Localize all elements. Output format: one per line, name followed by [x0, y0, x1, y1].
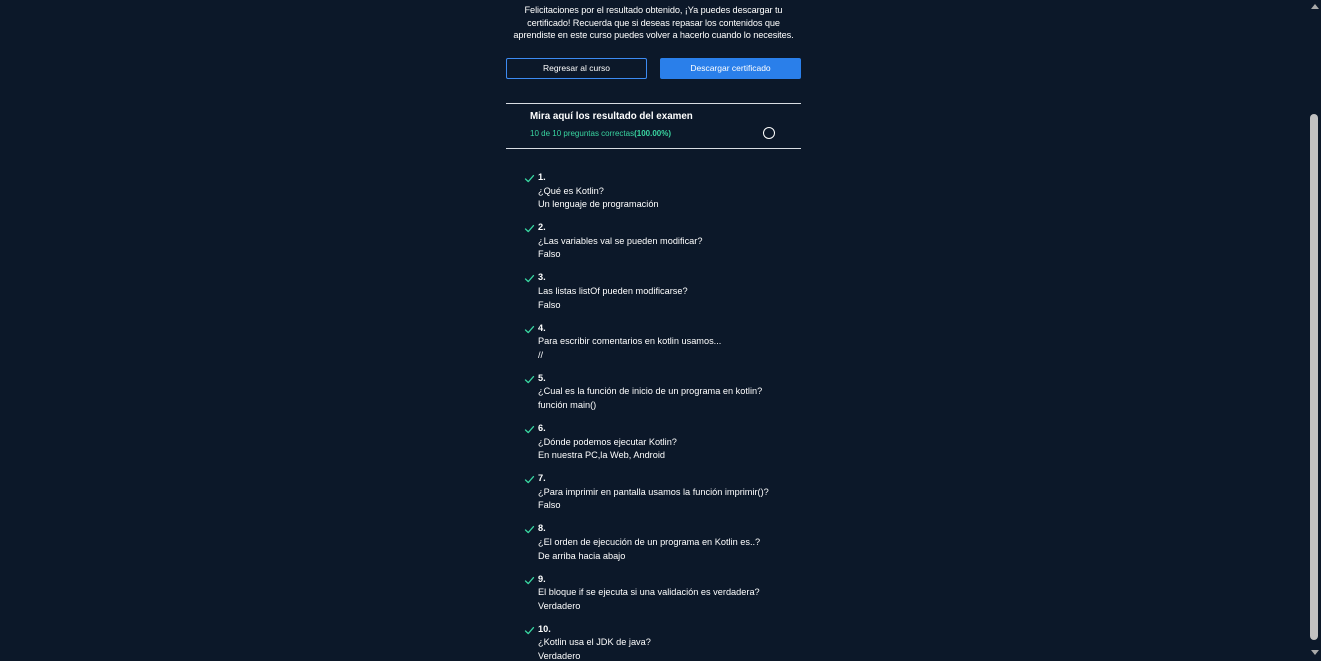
question-item: 6. ¿Dónde podemos ejecutar Kotlin? En nues… — [524, 422, 804, 472]
check-icon — [524, 522, 536, 534]
scroll-down-arrow-icon[interactable] — [1311, 650, 1319, 655]
scroll-up-arrow-icon[interactable] — [1311, 4, 1319, 9]
answer-label: En nuestra PC,la Web, Android — [538, 450, 665, 461]
questions-list: 1. ¿Qué es Kotlin? Un lenguaje de programa… — [524, 171, 804, 661]
answer-label: Falso — [538, 299, 561, 310]
question-number: 3. — [538, 272, 546, 283]
answer-label: De arriba hacia abajo — [538, 550, 626, 561]
question-label: ¿Las variables val se pueden modificar? — [538, 235, 703, 246]
question-text-block: 8. ¿El orden de ejecución de un programa … — [538, 522, 760, 563]
question-number: 5. — [538, 372, 546, 383]
question-number: 6. — [538, 422, 546, 433]
answer-label: Falso — [538, 249, 561, 260]
results-title: Mira aquí los resultado del examen — [530, 111, 693, 122]
question-item: 4. Para escribir comentarios en kotlin us… — [524, 322, 804, 372]
question-number: 4. — [538, 322, 546, 333]
question-item: 5. ¿Cual es la función de inicio de un pr… — [524, 372, 804, 422]
answer-label: Verdadero — [538, 650, 581, 661]
question-number: 9. — [538, 573, 546, 584]
question-item: 10. ¿Kotlin usa el JDK de java? Verdadero — [524, 623, 804, 661]
scrollbar[interactable] — [1308, 0, 1321, 661]
check-icon — [524, 422, 536, 434]
question-label: ¿Cual es la función de inicio de un prog… — [538, 386, 763, 397]
check-icon — [524, 221, 536, 233]
question-number: 7. — [538, 473, 546, 484]
exam-results-panel: Felicitaciones por el resultado obtenido… — [506, 0, 801, 661]
check-icon — [524, 322, 536, 334]
question-item: 1. ¿Qué es Kotlin? Un lenguaje de programa… — [524, 171, 804, 221]
question-text-block: 10. ¿Kotlin usa el JDK de java? Verdadero — [538, 623, 651, 661]
page: Felicitaciones por el resultado obtenido… — [0, 0, 1321, 661]
question-label: ¿Para imprimir en pantalla usamos la fun… — [538, 486, 769, 497]
question-number: 8. — [538, 523, 546, 534]
question-item: 9. El bloque if se ejecuta si una validac… — [524, 573, 804, 623]
question-label: Las listas listOf pueden modificarse? — [538, 285, 688, 296]
answer-label: Falso — [538, 500, 561, 511]
expand-toggle-icon[interactable] — [763, 127, 775, 139]
score-count: 10 de 10 preguntas correctas — [530, 129, 635, 138]
question-text-block: 1. ¿Qué es Kotlin? Un lenguaje de programa… — [538, 171, 659, 212]
check-icon — [524, 271, 536, 283]
answer-label: función main() — [538, 399, 597, 410]
answer-label: // — [538, 349, 544, 360]
question-item: 7. ¿Para imprimir en pantalla usamos la f… — [524, 472, 804, 522]
question-number: 1. — [538, 172, 546, 182]
answer-label: Un lenguaje de programación — [538, 199, 659, 210]
question-label: Para escribir comentarios en kotlin usam… — [538, 336, 722, 347]
question-text-block: 5. ¿Cual es la función de inicio de un pr… — [538, 372, 762, 413]
question-text-block: 6. ¿Dónde podemos ejecutar Kotlin? En nues… — [538, 422, 677, 463]
download-certificate-button[interactable]: Descargar certificado — [660, 58, 801, 79]
question-text-block: 9. El bloque if se ejecuta si una validac… — [538, 573, 760, 614]
check-icon — [524, 472, 536, 484]
check-icon — [524, 573, 536, 585]
back-to-course-button[interactable]: Regresar al curso — [506, 58, 647, 79]
question-text-block: 3. Las listas listOf pueden modificarse? F… — [538, 271, 688, 312]
check-icon — [524, 171, 536, 183]
results-summary[interactable]: Mira aquí los resultado del examen 10 de… — [506, 103, 801, 149]
question-label: ¿Qué es Kotlin? — [538, 185, 604, 196]
question-item: 2. ¿Las variables val se pueden modificar… — [524, 221, 804, 271]
question-item: 8. ¿El orden de ejecución de un programa … — [524, 522, 804, 572]
score-percent: (100.00%) — [634, 129, 671, 138]
question-text-block: 7. ¿Para imprimir en pantalla usamos la f… — [538, 472, 769, 513]
answer-label: Verdadero — [538, 600, 581, 611]
question-text-block: 4. Para escribir comentarios en kotlin us… — [538, 322, 721, 363]
congrats-message: Felicitaciones por el resultado obtenido… — [513, 5, 794, 41]
action-buttons: Regresar al curso Descargar certificado — [506, 58, 801, 79]
question-label: ¿El orden de ejecución de un programa en… — [538, 536, 761, 547]
question-label: El bloque if se ejecuta si una validació… — [538, 587, 760, 598]
question-text-block: 2. ¿Las variables val se pueden modificar… — [538, 221, 702, 262]
scroll-thumb[interactable] — [1310, 114, 1318, 640]
question-number: 10. — [538, 623, 551, 634]
results-score: 10 de 10 preguntas correctas(100.00%) — [530, 129, 671, 138]
check-icon — [524, 372, 536, 384]
question-label: ¿Kotlin usa el JDK de java? — [538, 637, 651, 648]
question-number: 2. — [538, 222, 546, 233]
question-item: 3. Las listas listOf pueden modificarse? F… — [524, 271, 804, 321]
check-icon — [524, 623, 536, 635]
question-label: ¿Dónde podemos ejecutar Kotlin? — [538, 436, 677, 447]
